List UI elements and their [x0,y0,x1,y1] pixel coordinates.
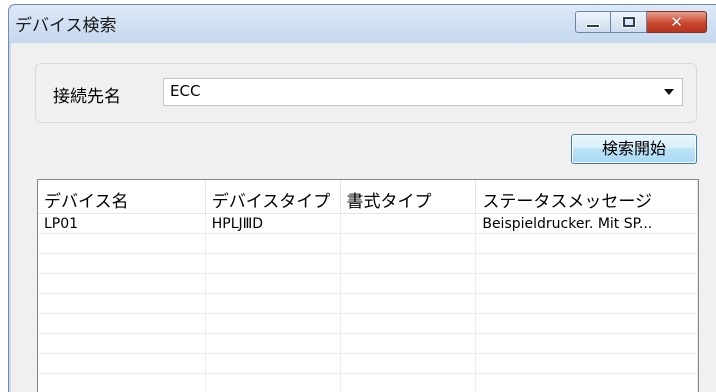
chevron-down-icon[interactable] [664,89,674,95]
table-row[interactable]: LP01 HPLJⅢD Beispieldrucker. Mit SP... [38,214,698,234]
device-search-window: デバイス検索 ✕ 接続先名 ECC 検索開始 デバイス名 デバイスタイプ 書式タ… [8,4,716,392]
column-header-device-type[interactable]: デバイスタイプ [206,180,341,213]
format-type-cell [341,214,477,233]
title-bar[interactable]: デバイス検索 ✕ [9,5,716,43]
device-list[interactable]: デバイス名 デバイスタイプ 書式タイプ ステータスメッセージ LP01 HPLJ… [37,179,699,392]
empty-row [38,254,698,274]
list-header: デバイス名 デバイスタイプ 書式タイプ ステータスメッセージ [38,180,698,214]
empty-row [38,274,698,294]
status-message-cell: Beispieldrucker. Mit SP... [476,214,698,233]
empty-row [38,334,698,354]
column-header-status-message[interactable]: ステータスメッセージ [476,180,698,213]
maximize-button[interactable] [611,11,647,33]
connection-label: 接続先名 [53,87,121,107]
empty-row [38,234,698,254]
device-type-cell: HPLJⅢD [206,214,341,233]
minimize-button[interactable] [575,11,611,33]
device-name-cell: LP01 [38,214,206,233]
start-search-button[interactable]: 検索開始 [571,134,697,164]
close-icon: ✕ [670,12,683,31]
close-button[interactable]: ✕ [647,11,707,33]
empty-row [38,314,698,334]
empty-row [38,354,698,374]
connection-value: ECC [170,82,201,100]
connection-group: 接続先名 ECC [35,63,697,123]
column-header-format-type[interactable]: 書式タイプ [341,180,477,213]
empty-row [38,294,698,314]
empty-row [38,374,698,392]
connection-dropdown[interactable]: ECC [163,78,683,106]
minimize-icon [586,24,600,28]
window-title: デバイス検索 [15,16,117,36]
dialog-body: 接続先名 ECC 検索開始 デバイス名 デバイスタイプ 書式タイプ ステータスメ… [11,43,716,392]
column-header-device-name[interactable]: デバイス名 [38,180,206,213]
maximize-icon [621,16,636,28]
